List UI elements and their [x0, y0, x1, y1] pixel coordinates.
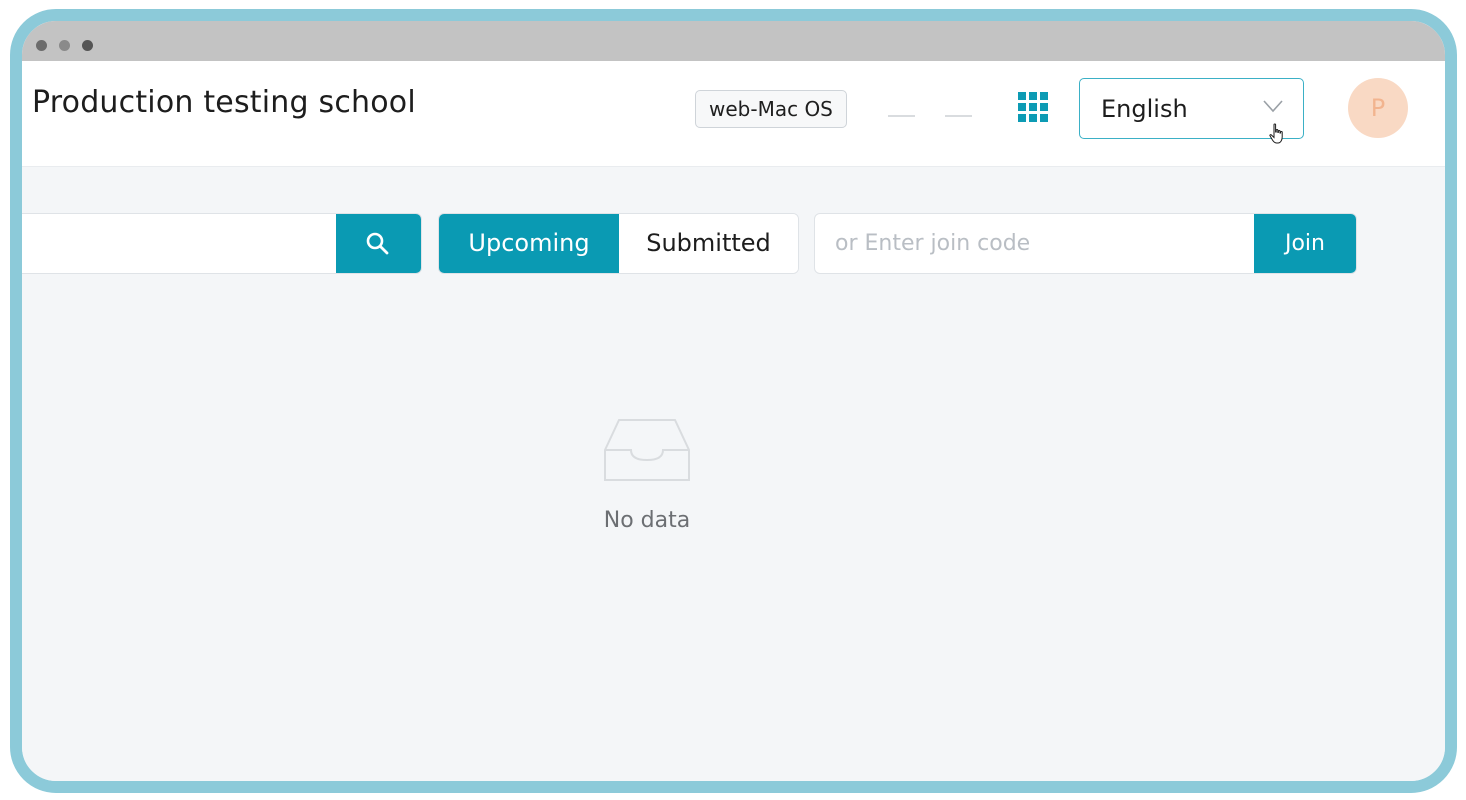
device-frame: Production testing school web-Mac OS Eng… — [10, 9, 1457, 793]
loading-placeholder — [888, 115, 915, 117]
chevron-down-icon — [1263, 100, 1283, 113]
search-button[interactable] — [336, 214, 421, 273]
join-button[interactable]: Join — [1254, 214, 1356, 273]
platform-badge: web-Mac OS — [695, 90, 847, 128]
pointer-cursor-icon — [1269, 123, 1283, 144]
tab-submitted[interactable]: Submitted — [619, 214, 798, 273]
loading-placeholder — [945, 115, 972, 117]
search-icon — [366, 232, 389, 255]
search-box — [22, 213, 422, 274]
language-selected-value: English — [1101, 95, 1188, 123]
window-close-dot[interactable] — [36, 40, 47, 51]
avatar[interactable]: P — [1348, 78, 1408, 138]
window-maximize-dot[interactable] — [82, 40, 93, 51]
tab-upcoming[interactable]: Upcoming — [439, 214, 619, 273]
search-input[interactable] — [22, 214, 339, 273]
join-code-group: Join — [814, 213, 1357, 274]
empty-state: No data — [582, 416, 712, 533]
apps-grid-icon[interactable] — [1018, 92, 1048, 122]
empty-inbox-icon — [604, 419, 690, 481]
window-minimize-dot[interactable] — [59, 40, 70, 51]
status-tabs: Upcoming Submitted — [438, 213, 799, 274]
app-header: Production testing school web-Mac OS Eng… — [22, 61, 1445, 167]
page-title: Production testing school — [32, 85, 416, 120]
language-select[interactable]: English — [1079, 78, 1304, 144]
app-viewport: Production testing school web-Mac OS Eng… — [22, 61, 1445, 781]
empty-state-message: No data — [603, 508, 691, 533]
join-code-input[interactable] — [815, 214, 1255, 273]
sidebar-edge — [10, 83, 18, 135]
window-titlebar — [22, 21, 1445, 61]
